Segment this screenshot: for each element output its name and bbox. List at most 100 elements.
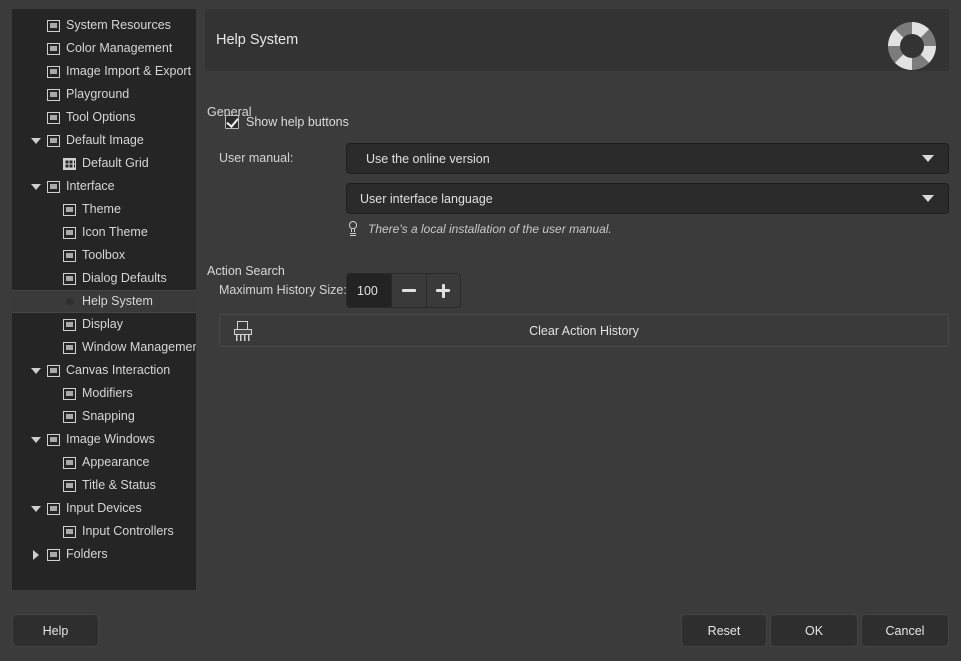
sidebar-item-icon-theme[interactable]: Icon Theme <box>12 221 196 244</box>
tool-options-icon <box>46 110 62 126</box>
sidebar-item-image-windows[interactable]: Image Windows <box>12 428 196 451</box>
show-help-buttons-label: Show help buttons <box>246 115 349 129</box>
sidebar-item-theme[interactable]: Theme <box>12 198 196 221</box>
max-history-size-label: Maximum History Size: <box>219 283 347 297</box>
action-search-section-heading: Action Search <box>207 264 285 278</box>
folders-icon <box>46 547 62 563</box>
sidebar-item-canvas-interaction[interactable]: Canvas Interaction <box>12 359 196 382</box>
sidebar-item-label: Interface <box>66 180 115 193</box>
display-icon <box>62 317 78 333</box>
sidebar-item-label: System Resources <box>66 19 171 32</box>
sidebar-item-label: Modifiers <box>82 387 133 400</box>
max-history-size-input[interactable]: 100 <box>347 274 391 307</box>
expander-closed-icon[interactable] <box>30 549 42 561</box>
sidebar-item-appearance[interactable]: Appearance <box>12 451 196 474</box>
sidebar-item-default-grid[interactable]: Default Grid <box>12 152 196 175</box>
sidebar-item-label: Snapping <box>82 410 135 423</box>
decrement-button[interactable] <box>391 274 425 307</box>
user-manual-value: Use the online version <box>366 152 490 166</box>
appearance-icon <box>62 455 78 471</box>
sidebar-item-folders[interactable]: Folders <box>12 543 196 566</box>
ui-language-value: User interface language <box>360 192 493 206</box>
sidebar-item-label: Icon Theme <box>82 226 148 239</box>
page-title: Help System <box>216 9 298 71</box>
max-history-size-stepper[interactable]: 100 <box>346 273 461 308</box>
ok-button[interactable]: OK <box>770 614 858 647</box>
sidebar-item-label: Theme <box>82 203 121 216</box>
sidebar-item-label: Display <box>82 318 123 331</box>
sidebar-item-playground[interactable]: Playground <box>12 83 196 106</box>
sidebar-item-label: Window Management <box>82 341 196 354</box>
cancel-button[interactable]: Cancel <box>861 614 949 647</box>
page-header: Help System <box>205 9 949 71</box>
show-help-buttons-checkbox[interactable]: Show help buttons <box>225 115 349 129</box>
minus-icon <box>402 289 416 292</box>
user-manual-hint: There's a local installation of the user… <box>346 221 612 237</box>
sidebar-item-label: Image Import & Export <box>66 65 191 78</box>
sidebar-item-help-system[interactable]: Help System <box>12 290 196 313</box>
sidebar-item-label: Canvas Interaction <box>66 364 170 377</box>
dialog-defaults-icon <box>62 271 78 287</box>
hint-text: There's a local installation of the user… <box>368 222 612 236</box>
sidebar-item-tool-options[interactable]: Tool Options <box>12 106 196 129</box>
preferences-window: System Resources Color Management Image Im… <box>0 0 961 661</box>
sidebar-item-snapping[interactable]: Snapping <box>12 405 196 428</box>
sidebar-item-label: Input Devices <box>66 502 142 515</box>
sidebar-item-toolbox[interactable]: Toolbox <box>12 244 196 267</box>
category-tree[interactable]: System Resources Color Management Image Im… <box>12 9 196 566</box>
toolbox-icon <box>62 248 78 264</box>
sidebar-item-label: Default Image <box>66 134 144 147</box>
sidebar-item-color-management[interactable]: Color Management <box>12 37 196 60</box>
sidebar-item-title-status[interactable]: Title & Status <box>12 474 196 497</box>
preferences-category-sidebar[interactable]: System Resources Color Management Image Im… <box>12 9 196 590</box>
help-system-icon <box>62 294 78 310</box>
interface-icon <box>46 179 62 195</box>
expander-open-icon[interactable] <box>30 503 42 515</box>
sidebar-item-label: Title & Status <box>82 479 156 492</box>
expander-open-icon[interactable] <box>30 365 42 377</box>
user-manual-dropdown[interactable]: Use the online version <box>346 143 949 174</box>
sidebar-item-interface[interactable]: Interface <box>12 175 196 198</box>
window-management-icon <box>62 340 78 356</box>
user-manual-label: User manual: <box>219 151 293 165</box>
sidebar-item-system-resources[interactable]: System Resources <box>12 14 196 37</box>
sidebar-item-label: Appearance <box>82 456 149 469</box>
sidebar-item-label: Folders <box>66 548 108 561</box>
default-grid-icon <box>62 156 78 172</box>
modifiers-icon <box>62 386 78 402</box>
help-button[interactable]: Help <box>12 614 99 647</box>
sidebar-item-input-controllers[interactable]: Input Controllers <box>12 520 196 543</box>
clear-action-history-label: Clear Action History <box>529 324 639 338</box>
sidebar-item-label: Input Controllers <box>82 525 174 538</box>
lightbulb-icon <box>346 221 360 237</box>
sidebar-item-label: Dialog Defaults <box>82 272 167 285</box>
theme-icon <box>62 202 78 218</box>
clear-action-history-button[interactable]: Clear Action History <box>219 314 949 347</box>
plus-icon <box>436 284 450 298</box>
shredder-icon <box>234 321 252 341</box>
color-management-icon <box>46 41 62 57</box>
sidebar-item-image-import-export[interactable]: Image Import & Export <box>12 60 196 83</box>
sidebar-item-modifiers[interactable]: Modifiers <box>12 382 196 405</box>
snapping-icon <box>62 409 78 425</box>
sidebar-item-window-management[interactable]: Window Management <box>12 336 196 359</box>
reset-button[interactable]: Reset <box>681 614 767 647</box>
checkbox-box[interactable] <box>225 115 239 129</box>
sidebar-item-display[interactable]: Display <box>12 313 196 336</box>
increment-button[interactable] <box>426 274 460 307</box>
expander-open-icon[interactable] <box>30 135 42 147</box>
sidebar-item-input-devices[interactable]: Input Devices <box>12 497 196 520</box>
input-controllers-icon <box>62 524 78 540</box>
expander-open-icon[interactable] <box>30 434 42 446</box>
ui-language-dropdown[interactable]: User interface language <box>346 183 949 214</box>
sidebar-item-label: Default Grid <box>82 157 149 170</box>
icon-theme-icon <box>62 225 78 241</box>
sidebar-item-default-image[interactable]: Default Image <box>12 129 196 152</box>
sidebar-item-dialog-defaults[interactable]: Dialog Defaults <box>12 267 196 290</box>
expander-open-icon[interactable] <box>30 181 42 193</box>
sidebar-item-label: Playground <box>66 88 129 101</box>
title-status-icon <box>62 478 78 494</box>
sidebar-item-label: Toolbox <box>82 249 125 262</box>
input-devices-icon <box>46 501 62 517</box>
image-import-export-icon <box>46 64 62 80</box>
